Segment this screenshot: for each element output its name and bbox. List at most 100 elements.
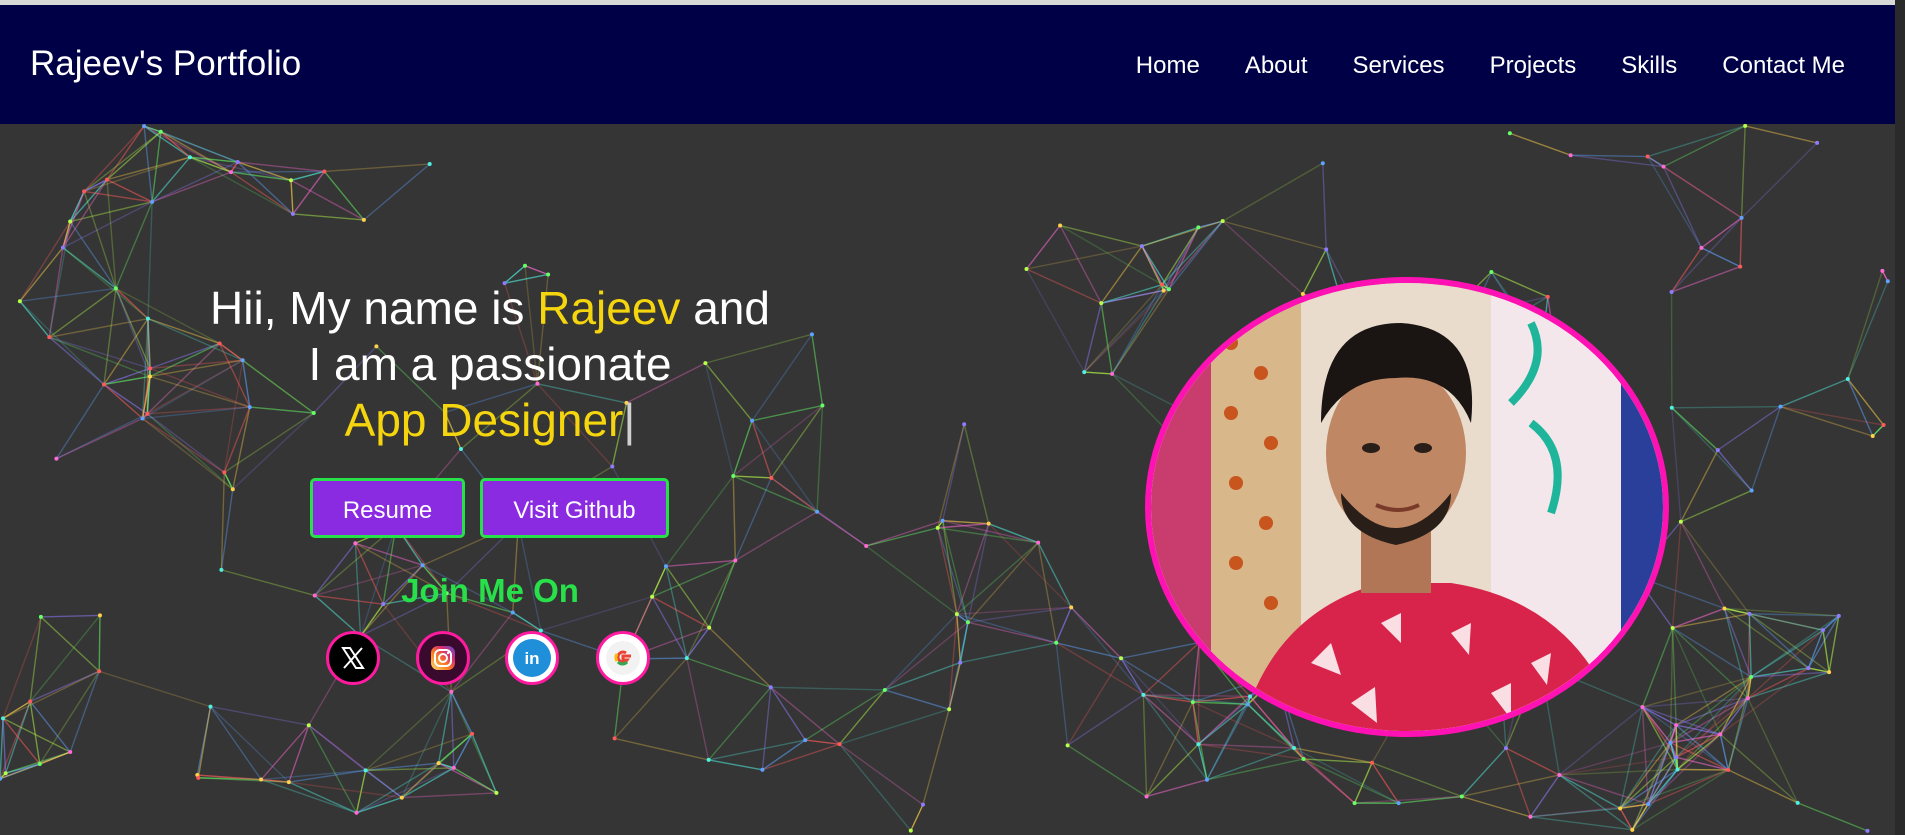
network-line <box>1701 217 1742 249</box>
network-node <box>1718 732 1723 737</box>
site-brand[interactable]: Rajeev's Portfolio <box>30 44 301 84</box>
network-node <box>82 189 87 194</box>
network-line <box>290 179 365 221</box>
network-line <box>49 336 151 370</box>
network-line <box>1619 769 1729 809</box>
network-line <box>734 511 818 562</box>
linkedin-link[interactable]: in <box>505 631 559 685</box>
network-line <box>884 661 961 691</box>
network-line <box>1748 613 1809 669</box>
network-node <box>1301 757 1306 762</box>
network-line <box>1671 407 1682 522</box>
nav-item-services[interactable]: Services <box>1353 52 1445 80</box>
network-line <box>1672 627 1752 678</box>
network-node <box>1618 806 1623 811</box>
google-link[interactable] <box>596 631 650 685</box>
network-node <box>187 155 192 160</box>
network-node <box>837 742 842 747</box>
network-line <box>967 606 1072 623</box>
network-node <box>1674 723 1679 728</box>
network-node <box>1557 772 1562 777</box>
network-line <box>1797 802 1868 832</box>
network-line <box>1025 268 1085 373</box>
network-line <box>288 724 310 783</box>
network-line <box>1192 702 1200 745</box>
network-line <box>143 126 153 202</box>
network-node <box>322 169 327 174</box>
network-line <box>686 657 771 688</box>
x-link[interactable] <box>326 631 380 685</box>
nav-item-skills[interactable]: Skills <box>1621 52 1677 80</box>
network-node <box>1161 288 1166 293</box>
network-line <box>2 718 7 774</box>
network-node <box>940 518 945 523</box>
network-line <box>1719 667 1809 735</box>
network-node <box>947 707 952 712</box>
network-node <box>38 614 43 619</box>
network-node <box>3 771 8 776</box>
network-node <box>1669 289 1674 294</box>
network-line <box>103 383 148 415</box>
network-node <box>436 761 441 766</box>
network-node <box>1024 266 1029 271</box>
page-scrollbar[interactable] <box>1895 0 1905 835</box>
network-line <box>1671 407 1719 451</box>
network-line <box>1671 627 1677 726</box>
nav-item-home[interactable]: Home <box>1136 52 1200 80</box>
network-line <box>1780 378 1849 408</box>
network-line <box>2 700 31 719</box>
google-icon <box>606 641 640 675</box>
visit-github-button[interactable]: Visit Github <box>480 478 669 538</box>
instagram-link[interactable] <box>416 631 470 685</box>
network-node <box>1745 696 1750 701</box>
network-line <box>308 724 358 814</box>
network-line <box>1671 407 1753 492</box>
network-node <box>760 767 765 772</box>
network-node <box>684 656 689 661</box>
nav-item-contact[interactable]: Contact Me <box>1722 52 1845 80</box>
network-node <box>1749 488 1754 493</box>
network-line <box>910 804 924 831</box>
network-line <box>1750 406 1782 491</box>
network-node <box>28 699 33 704</box>
network-node <box>1196 742 1201 747</box>
network-line <box>1872 424 1885 437</box>
network-node <box>1065 743 1070 748</box>
network-node <box>1370 760 1375 765</box>
hero-name: Rajeev <box>537 282 681 334</box>
nav-item-projects[interactable]: Projects <box>1490 52 1577 80</box>
network-node <box>150 199 155 204</box>
network-line <box>1055 642 1069 746</box>
network-line <box>98 670 211 708</box>
network-line <box>1672 607 1725 629</box>
network-line <box>1847 378 1874 437</box>
resume-button[interactable]: Resume <box>310 478 465 538</box>
network-line <box>1663 125 1746 168</box>
network-node <box>1881 423 1886 428</box>
typed-role: App Designer <box>344 394 624 446</box>
typing-cursor: | <box>623 394 636 446</box>
network-node <box>954 612 959 617</box>
network-line <box>260 724 310 780</box>
network-node <box>1645 154 1650 159</box>
network-line <box>197 706 212 778</box>
network-node <box>962 422 967 427</box>
hero-line-1: Hii, My name is Rajeev and <box>150 280 830 336</box>
network-line <box>1647 125 1746 158</box>
network-node <box>259 777 264 782</box>
network-line <box>1026 268 1102 304</box>
network-node <box>1747 611 1752 616</box>
network-node <box>470 731 475 736</box>
network-line <box>1747 697 1799 804</box>
network-node <box>815 509 820 514</box>
network-line <box>922 709 950 805</box>
network-line <box>804 689 886 741</box>
network-node <box>361 217 366 222</box>
network-line <box>665 475 734 567</box>
network-node <box>1110 371 1115 376</box>
network-line <box>1461 747 1507 797</box>
linkedin-icon-text: in <box>524 649 539 668</box>
network-node <box>1320 161 1325 166</box>
network-line <box>1120 657 1144 696</box>
nav-item-about[interactable]: About <box>1245 52 1308 80</box>
